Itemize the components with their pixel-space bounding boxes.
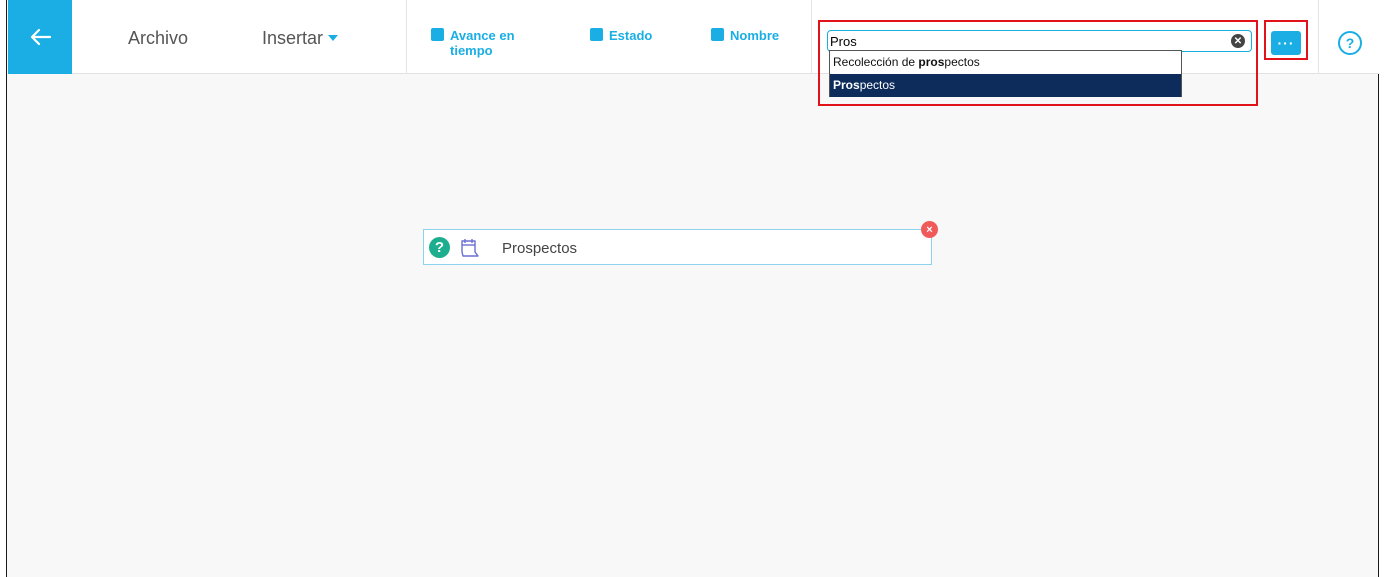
close-icon[interactable]: × <box>921 221 938 238</box>
help-button[interactable]: ? <box>1338 31 1362 55</box>
divider <box>406 0 407 74</box>
highlight-search-box <box>818 20 1258 106</box>
legend-label: Nombre <box>730 28 780 43</box>
back-button[interactable] <box>8 0 72 74</box>
legend-nombre[interactable]: Nombre <box>711 28 779 43</box>
insertar-label: Insertar <box>262 28 324 48</box>
calendar-icon <box>461 239 479 257</box>
legend-label: Estado <box>609 28 653 43</box>
prospectos-node[interactable]: ? Prospectos <box>423 229 932 265</box>
legend-avance-en-tiempo[interactable]: Avance en tiempo <box>431 28 515 58</box>
legend-label: Avance en tiempo <box>450 28 515 58</box>
square-icon <box>431 28 444 41</box>
arrow-left-icon <box>30 28 51 46</box>
legend-estado[interactable]: Estado <box>590 28 652 43</box>
caret-down-icon <box>328 35 339 42</box>
divider <box>1318 0 1319 74</box>
square-icon <box>590 28 603 41</box>
divider <box>811 0 812 74</box>
legend-label-line1: Avance en <box>450 28 515 43</box>
archivo-menu[interactable]: Archivo <box>128 28 188 49</box>
legend-label-line2: tiempo <box>450 43 493 58</box>
more-options-button[interactable]: ··· <box>1271 31 1301 55</box>
node-label: Prospectos <box>502 240 578 257</box>
square-icon <box>711 28 724 41</box>
question-icon[interactable]: ? <box>429 237 450 258</box>
insertar-menu[interactable]: Insertar <box>262 28 339 49</box>
